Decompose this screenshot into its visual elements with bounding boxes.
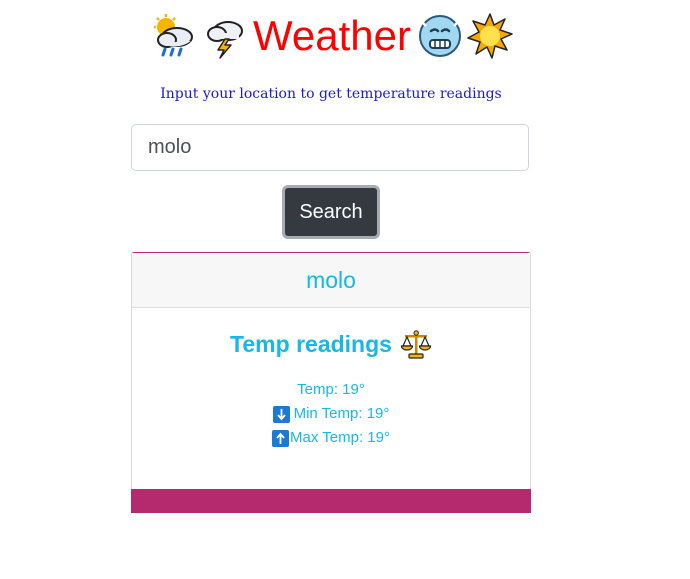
min-temp-value: Min Temp: 19°: [293, 405, 390, 422]
weather-card: molo Temp readings Temp: 19° Min Temp: 1…: [131, 252, 531, 490]
temp-readings-list: Temp: 19° Min Temp: 19° Max Temp: 19°: [132, 378, 530, 450]
max-temp-reading: Max Temp: 19°: [132, 426, 530, 450]
sun-behind-rain-cloud-icon: [151, 13, 197, 59]
cold-face-icon: [417, 13, 463, 59]
max-temp-value: Max Temp: 19°: [290, 429, 390, 446]
subtitle: Input your location to get temperature r…: [160, 86, 502, 102]
app-header: Weather: [0, 8, 664, 64]
location-search-input[interactable]: [131, 124, 529, 171]
up-arrow-icon: [272, 429, 290, 447]
temp-reading: Temp: 19°: [132, 378, 530, 402]
weather-app: Weather Input your location to get tempe…: [0, 0, 690, 579]
temp-value: Temp: 19°: [297, 381, 365, 398]
card-footer-bar: [131, 489, 531, 513]
readings-title: Temp readings: [230, 330, 392, 357]
search-button[interactable]: Search: [282, 185, 380, 239]
glowing-sun-icon: [467, 13, 513, 59]
balance-scale-icon: [400, 328, 432, 360]
lightning-cloud-icon: [201, 13, 247, 59]
card-location-title: molo: [132, 253, 530, 308]
down-arrow-icon: [272, 405, 290, 423]
min-temp-reading: Min Temp: 19°: [132, 402, 530, 426]
card-body: Temp readings Temp: 19° Min Temp: 19° Ma…: [132, 326, 530, 450]
temp-readings-heading: Temp readings: [132, 326, 530, 362]
app-title: Weather: [253, 12, 411, 59]
